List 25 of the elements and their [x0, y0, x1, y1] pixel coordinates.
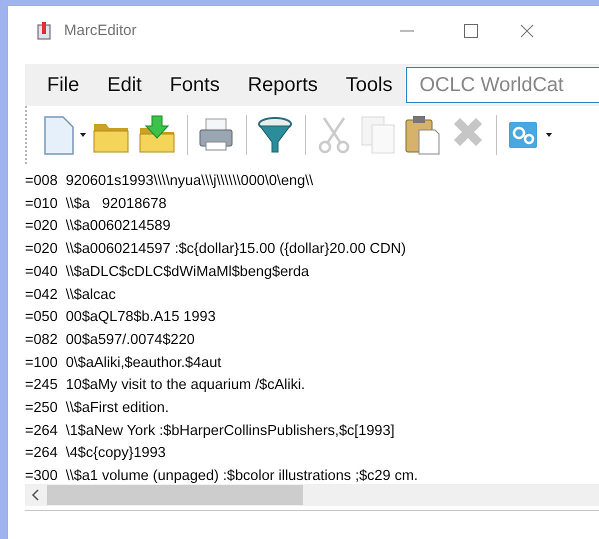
close-icon[interactable]	[518, 23, 535, 39]
menu-item[interactable]: Edit	[107, 70, 142, 100]
marc-field-line: =008 920601s1993\\\\nyua\\\j\\\\\\000\0\eng\\	[25, 172, 314, 191]
marc-field-line: =100 0\$aAliki,$eauthor.$4aut	[25, 354, 222, 373]
marc-field-line: =010 \\$a 92018678	[25, 194, 167, 214]
marc-field-line: =264 \1$aNew York :$bHarperCollinsPublishers,$c[1993]	[25, 422, 395, 441]
marc-field-line: =250 \\$aFirst edition.	[25, 399, 169, 418]
marc-field-line: =082 00$a597/.0074$220	[25, 330, 195, 350]
menu-item[interactable]: File	[47, 70, 80, 100]
menu-item[interactable]: Reports	[248, 70, 318, 100]
marc-field-line: =020 \\$a0060214589	[25, 217, 171, 236]
search-field[interactable]: OCLC WorldCat	[406, 67, 599, 103]
scrollbar-thumb[interactable]	[47, 485, 303, 505]
menu-item[interactable]: Tools	[346, 70, 392, 100]
maximize-icon[interactable]	[462, 23, 479, 39]
marc-field-line: =042 \\$alcac	[25, 286, 116, 305]
window-title: MarcEditor	[64, 20, 137, 41]
menu-item[interactable]: Fonts	[170, 70, 220, 100]
marc-field-line: =040 \\$aDLC$cDLC$dWiMaMl$beng$erda	[25, 262, 310, 282]
app-icon	[36, 21, 52, 41]
marc-field-line: =300 \\$a1 volume (unpaged) :$bcolor illustrations ;$c29 cm.	[25, 467, 418, 484]
marc-field-line: =264 \4$c{copy}1993	[25, 444, 166, 464]
marc-field-line: =245 10$aMy visit to the aquarium /$cAliki.	[25, 376, 306, 396]
marc-field-line: =020 \\$a0060214597 :$c{dollar}15.00 ({dollar}20.00 CDN)	[25, 240, 406, 260]
marc-field-line: =050 00$aQL78$b.A15 1993	[25, 308, 216, 328]
